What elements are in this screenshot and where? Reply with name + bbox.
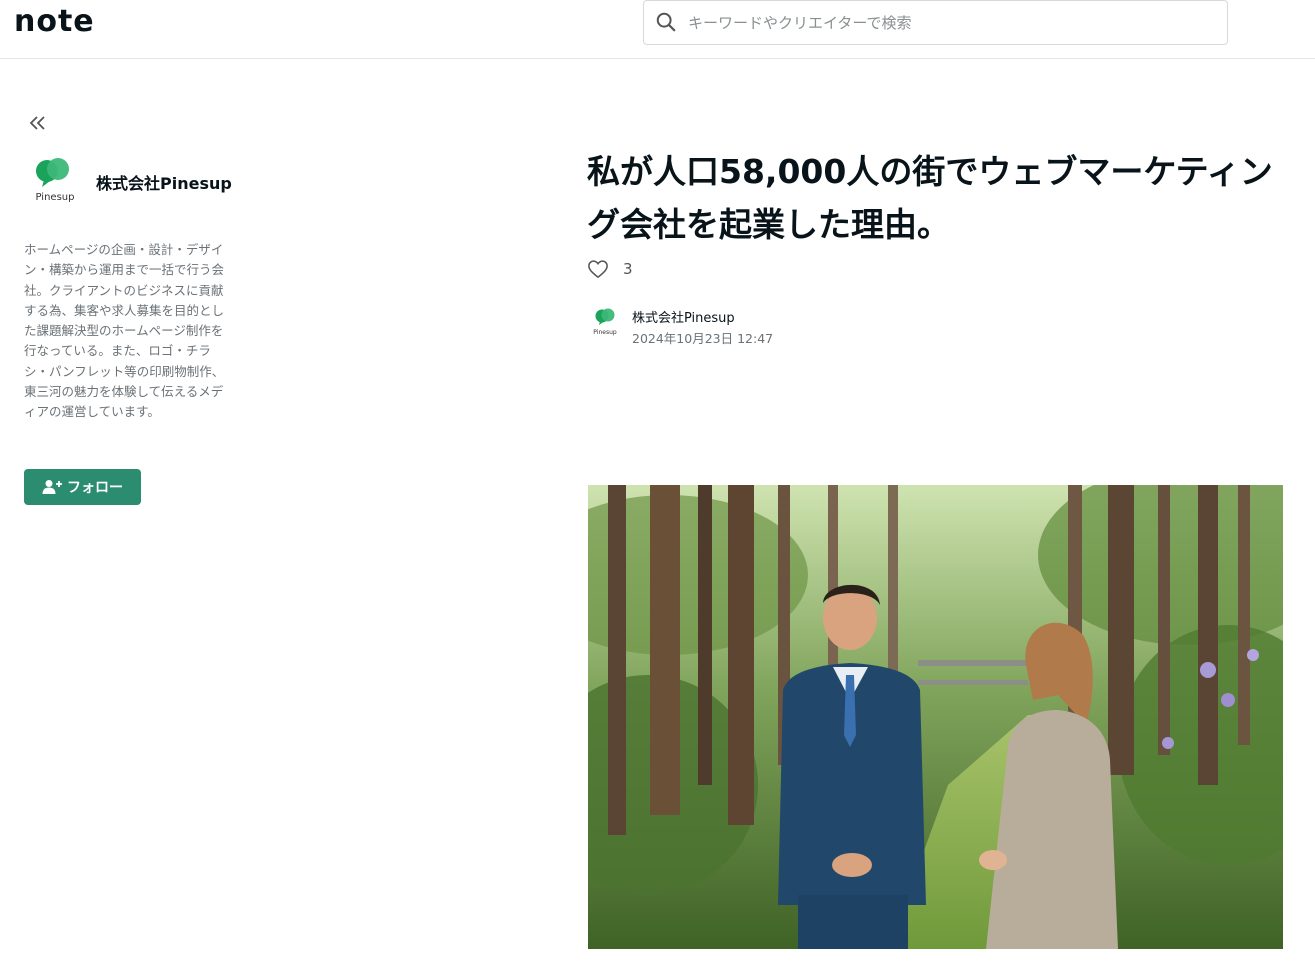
note-logo[interactable]: note bbox=[14, 7, 95, 37]
like-button[interactable]: 3 bbox=[587, 259, 633, 279]
search-icon bbox=[656, 12, 676, 32]
search-input[interactable] bbox=[688, 8, 1208, 38]
author-avatar[interactable]: Pinesup bbox=[592, 306, 618, 338]
author-name[interactable]: 株式会社Pinesup bbox=[632, 307, 735, 326]
forest-photo bbox=[588, 485, 1283, 949]
heart-icon bbox=[588, 260, 608, 279]
avatar-label: Pinesup bbox=[36, 192, 75, 203]
collapse-sidebar-icon[interactable] bbox=[28, 113, 48, 133]
top-header: note bbox=[0, 0, 1315, 59]
creator-name[interactable]: 株式会社Pinesup bbox=[96, 170, 232, 194]
creator-avatar[interactable]: Pinesup bbox=[32, 156, 78, 204]
post-date: 2024年10月23日 12:47 bbox=[632, 331, 774, 346]
follow-button[interactable]: フォロー bbox=[24, 469, 141, 505]
search-box[interactable] bbox=[643, 0, 1228, 45]
article-hero-image bbox=[588, 485, 1283, 949]
follow-label: フォロー bbox=[67, 480, 123, 496]
author-avatar-label: Pinesup bbox=[593, 329, 617, 336]
add-user-icon bbox=[42, 480, 62, 494]
like-count: 3 bbox=[623, 260, 633, 278]
article-title: 私が人口58,000人の街でウェブマーケティング会社を起業した理由。 bbox=[587, 152, 1273, 244]
creator-bio: ホームページの企画・設計・デザイン・構築から運用まで一括で行う会社。クライアント… bbox=[24, 242, 225, 420]
